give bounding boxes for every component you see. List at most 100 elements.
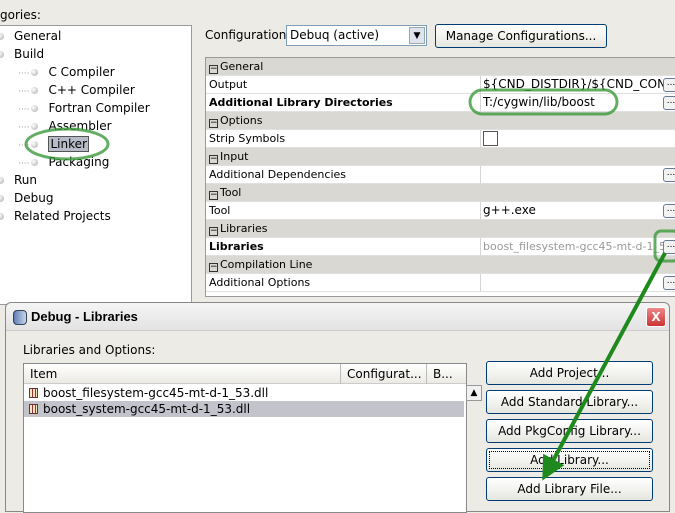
property-value[interactable]: g++.exe xyxy=(480,202,670,220)
property-group-header[interactable]: − Input xyxy=(206,148,675,166)
ellipsis-button[interactable]: ... xyxy=(663,204,675,218)
ellipsis-button[interactable]: ... xyxy=(663,240,675,254)
add-button-4[interactable]: Add Library File... xyxy=(486,477,653,501)
tree-item[interactable]: ···· Linker xyxy=(18,135,89,153)
property-row[interactable]: Additional Library Directories T:/cygwin/… xyxy=(206,94,675,112)
dialog-title-bar[interactable]: Debug - Libraries X xyxy=(6,303,669,331)
property-value-text: ${CND_DISTDIR}/${CND_CONF xyxy=(483,77,670,91)
configuration-select[interactable]: Debuq (active) ▼ xyxy=(286,25,427,46)
node-icon xyxy=(0,213,4,220)
property-value[interactable] xyxy=(480,166,670,184)
configuration-value: Debuq (active) xyxy=(290,28,380,42)
group-label: Options xyxy=(220,114,263,127)
tree-item[interactable]: Related Projects xyxy=(0,207,111,225)
property-row[interactable]: Additional Dependencies... xyxy=(206,166,675,184)
categories-label: gories: xyxy=(0,8,41,22)
node-icon xyxy=(0,33,4,40)
tree-item-label: Assembler xyxy=(48,119,112,133)
collapse-icon[interactable]: − xyxy=(209,119,218,128)
property-name: Output xyxy=(209,78,248,91)
strip-symbols-checkbox[interactable] xyxy=(483,131,498,146)
property-row[interactable]: Output ${CND_DISTDIR}/${CND_CONF... xyxy=(206,76,675,94)
property-value-text: g++.exe xyxy=(483,203,536,217)
property-group-header[interactable]: − General xyxy=(206,58,675,76)
tree-item[interactable]: ···· Packaging xyxy=(18,153,109,171)
libraries-options-label: Libraries and Options: xyxy=(23,343,156,357)
column-configuration[interactable]: Configurat... xyxy=(347,367,422,381)
property-value[interactable]: T:/cygwin/lib/boost xyxy=(480,94,670,112)
property-value[interactable] xyxy=(480,274,670,292)
node-icon xyxy=(0,195,4,202)
property-value-text: T:/cygwin/lib/boost xyxy=(483,95,595,109)
property-name: Tool xyxy=(209,204,231,217)
list-header: Item Configurat... B... xyxy=(24,364,466,384)
node-icon xyxy=(31,105,39,112)
library-icon xyxy=(29,404,38,414)
property-row[interactable]: Strip Symbols xyxy=(206,130,675,148)
ellipsis-button[interactable]: ... xyxy=(663,78,675,92)
property-group-header[interactable]: − Compilation Line xyxy=(206,256,675,274)
chevron-down-icon[interactable]: ▼ xyxy=(409,27,425,44)
property-group-header[interactable]: − Libraries xyxy=(206,220,675,238)
collapse-icon[interactable]: − xyxy=(209,263,218,272)
collapse-icon[interactable]: − xyxy=(209,65,218,74)
library-row[interactable]: boost_filesystem-gcc45-mt-d-1_53.dll xyxy=(24,385,464,401)
manage-configurations-button[interactable]: Manage Configurations... xyxy=(435,24,607,48)
ellipsis-button[interactable]: ... xyxy=(663,96,675,110)
ellipsis-button[interactable]: ... xyxy=(663,276,675,290)
collapse-icon[interactable]: − xyxy=(209,191,218,200)
property-row[interactable]: Tool g++.exe... xyxy=(206,202,675,220)
property-name: Additional Options xyxy=(209,276,311,289)
property-value[interactable] xyxy=(480,130,670,148)
ellipsis-button[interactable]: ... xyxy=(663,168,675,182)
tree-item[interactable]: General xyxy=(0,27,61,45)
group-label: Compilation Line xyxy=(220,258,313,271)
node-icon xyxy=(31,123,39,130)
property-group-header[interactable]: − Tool xyxy=(206,184,675,202)
tree-item-label: Build xyxy=(14,47,45,61)
tree-item[interactable]: ···· C++ Compiler xyxy=(18,81,135,99)
scroll-up-button[interactable]: ▲ xyxy=(466,385,482,401)
node-icon xyxy=(31,159,39,166)
property-sheet: − General Output ${CND_DISTDIR}/${CND_CONF.… xyxy=(205,57,675,297)
tree-item[interactable]: Debug xyxy=(0,189,53,207)
tree-item[interactable]: Run xyxy=(0,171,37,189)
close-button[interactable]: X xyxy=(646,307,666,327)
libraries-list[interactable]: Item Configurat... B... boost_filesystem… xyxy=(23,363,482,513)
add-button-3[interactable]: Add Library... xyxy=(486,448,653,472)
library-name: boost_system-gcc45-mt-d-1_53.dll xyxy=(43,402,251,416)
app-icon xyxy=(13,310,27,325)
node-icon xyxy=(0,51,4,58)
add-button-2[interactable]: Add PkgConfig Library... xyxy=(486,419,653,443)
property-row[interactable]: Libraries boost_filesystem-gcc45-mt-d-1_5… xyxy=(206,238,675,256)
property-name: Additional Library Directories xyxy=(209,96,393,109)
library-row[interactable]: boost_system-gcc45-mt-d-1_53.dll xyxy=(24,401,464,417)
property-value[interactable]: ${CND_DISTDIR}/${CND_CONF xyxy=(480,76,670,94)
node-icon xyxy=(31,69,39,76)
property-value[interactable]: boost_filesystem-gcc45-mt-d-1_53. xyxy=(480,238,670,256)
tree-item[interactable]: Build xyxy=(0,45,44,63)
property-row[interactable]: Additional Options... xyxy=(206,274,675,292)
add-button-0[interactable]: Add Project... xyxy=(486,361,653,385)
property-name: Additional Dependencies xyxy=(209,168,347,181)
tree-item[interactable]: ···· C Compiler xyxy=(18,63,115,81)
tree-item-label: Run xyxy=(14,173,38,187)
group-label: Input xyxy=(220,150,249,163)
column-b[interactable]: B... xyxy=(433,367,453,381)
node-icon xyxy=(31,141,39,148)
collapse-icon[interactable]: − xyxy=(209,227,218,236)
libraries-dialog: Debug - Libraries X Libraries and Option… xyxy=(5,302,670,513)
tree-item[interactable]: ···· Assembler xyxy=(18,117,112,135)
tree-item[interactable]: ···· Fortran Compiler xyxy=(18,99,150,117)
tree-item-label: Debug xyxy=(14,191,54,205)
add-button-1[interactable]: Add Standard Library... xyxy=(486,390,653,414)
column-item[interactable]: Item xyxy=(30,367,57,381)
property-group-header[interactable]: − Options xyxy=(206,112,675,130)
group-label: Tool xyxy=(220,186,242,199)
collapse-icon[interactable]: − xyxy=(209,155,218,164)
category-tree[interactable]: General Build ···· C Compiler ···· C++ Compil… xyxy=(0,25,192,305)
node-icon xyxy=(31,87,39,94)
property-name: Libraries xyxy=(209,240,264,253)
group-label: Libraries xyxy=(220,222,268,235)
property-name: Strip Symbols xyxy=(209,132,286,145)
